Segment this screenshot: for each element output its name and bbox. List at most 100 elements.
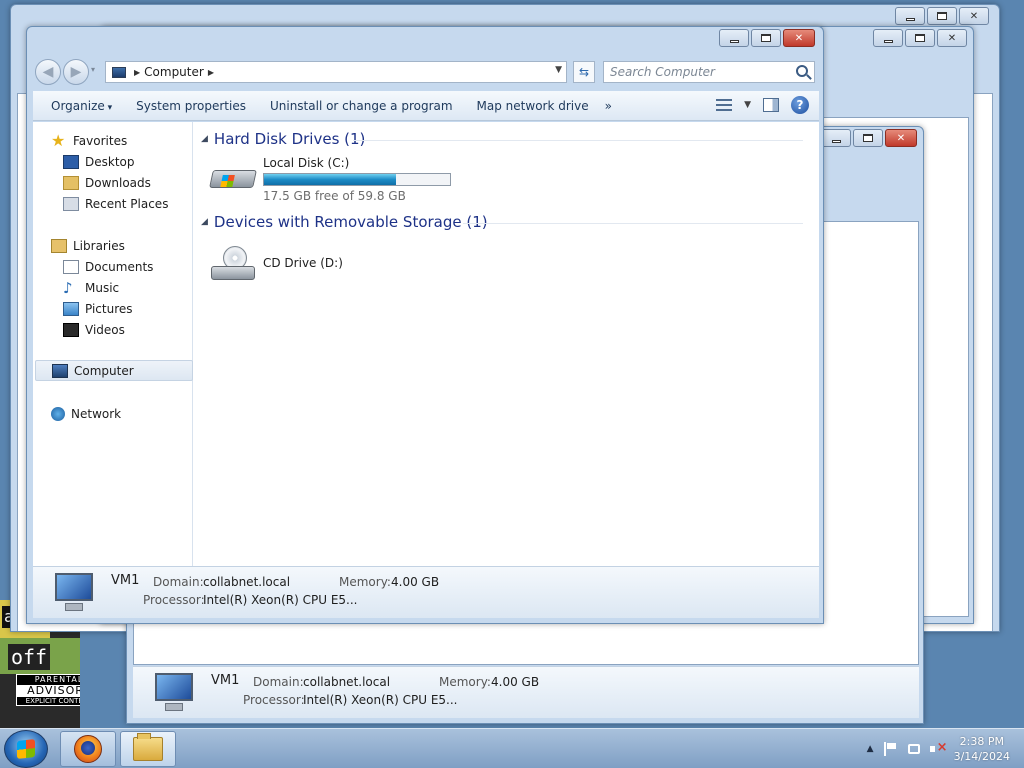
search-input[interactable]: Search Computer	[603, 61, 815, 83]
collapse-icon[interactable]: ◢	[201, 134, 208, 144]
close-button[interactable]: ✕	[783, 29, 815, 47]
help-icon[interactable]: ?	[791, 96, 809, 114]
taskbar-explorer[interactable]	[120, 731, 176, 767]
search-placeholder: Search Computer	[610, 65, 715, 79]
clock-time: 2:38 PM	[959, 735, 1004, 748]
system-tray: ▲ 2:38 PM 3/14/2024	[867, 729, 1024, 768]
system-properties-button[interactable]: System properties	[124, 91, 258, 121]
group-header-hard-disk[interactable]: ◢ Hard Disk Drives (1)	[201, 130, 365, 148]
back-button[interactable]: ◀	[35, 59, 61, 85]
desktop-icon	[63, 154, 79, 169]
computer-icon	[52, 363, 68, 378]
taskbar: ▲ 2:38 PM 3/14/2024	[0, 728, 1024, 768]
computer-icon	[51, 573, 95, 613]
refresh-button[interactable]: ⇆	[573, 61, 595, 83]
memory-label: Memory:	[439, 675, 491, 689]
details-pane: VM1 Domain: collabnet.local Memory: 4.00…	[133, 666, 919, 718]
show-hidden-icons-icon[interactable]: ▲	[867, 744, 874, 754]
computer-icon	[112, 66, 126, 78]
group-divider	[353, 140, 803, 141]
breadcrumb-arrow-icon[interactable]: ▶	[208, 68, 214, 77]
nav-label: Network	[71, 406, 122, 421]
uninstall-program-button[interactable]: Uninstall or change a program	[258, 91, 465, 121]
view-dropdown-icon[interactable]: ▼	[744, 100, 751, 110]
window-controls: ✕	[895, 7, 989, 25]
maximize-button[interactable]	[853, 129, 883, 147]
command-bar: Organize System properties Uninstall or …	[33, 91, 819, 121]
window-controls: ✕	[821, 129, 917, 147]
nav-label: Recent Places	[85, 196, 169, 211]
nav-label: Libraries	[73, 238, 125, 253]
minimize-button[interactable]	[719, 29, 749, 47]
processor-value: Intel(R) Xeon(R) CPU E5...	[203, 593, 358, 607]
memory-label: Memory:	[339, 575, 391, 589]
nav-favorites[interactable]: ★ Favorites	[51, 130, 209, 151]
maximize-button[interactable]	[905, 29, 935, 47]
downloads-icon	[63, 175, 79, 190]
minimize-button[interactable]	[821, 129, 851, 147]
navigation-bar: ◀ ▶ ▾ ▶ Computer ▶ ▼ ⇆ Search Computer	[33, 57, 819, 85]
collapse-icon[interactable]: ◢	[201, 217, 208, 227]
memory-value: 4.00 GB	[391, 575, 440, 589]
videos-icon	[63, 322, 79, 337]
drive-cd[interactable]: CD Drive (D:)	[209, 244, 343, 284]
recent-places-icon	[63, 196, 79, 211]
map-network-drive-button[interactable]: Map network drive	[465, 91, 601, 121]
address-dropdown-icon[interactable]: ▼	[555, 65, 562, 75]
taskbar-firefox[interactable]	[60, 731, 116, 767]
clock[interactable]: 2:38 PM 3/14/2024	[954, 734, 1010, 764]
preview-pane-icon[interactable]	[763, 98, 779, 112]
nav-label: Pictures	[85, 301, 133, 316]
pictures-icon	[63, 301, 79, 316]
memory-value: 4.00 GB	[491, 675, 540, 689]
libraries-icon	[51, 238, 67, 253]
breadcrumb-arrow-icon[interactable]: ▶	[134, 68, 140, 77]
nav-libraries[interactable]: Libraries	[51, 235, 209, 256]
drive-local-disk[interactable]: Local Disk (C:) 17.5 GB free of 59.8 GB	[209, 156, 451, 203]
minimize-button[interactable]	[873, 29, 903, 47]
forward-button[interactable]: ▶	[63, 59, 89, 85]
close-button[interactable]: ✕	[885, 129, 917, 147]
window-controls: ✕	[873, 29, 967, 47]
more-commands-button[interactable]: »	[601, 91, 616, 121]
recent-pages-dropdown[interactable]: ▾	[91, 65, 95, 74]
firefox-icon	[74, 735, 102, 763]
minimize-button[interactable]	[895, 7, 925, 25]
cd-drive-icon	[209, 244, 257, 284]
clock-date: 3/14/2024	[953, 750, 1010, 763]
address-bar[interactable]: ▶ Computer ▶ ▼	[105, 61, 567, 83]
explorer-window[interactable]: ✕ ◀ ▶ ▾ ▶ Computer ▶ ▼ ⇆ Search Computer…	[26, 26, 824, 624]
volume-muted-icon[interactable]	[929, 740, 947, 756]
music-icon: ♪	[63, 278, 73, 297]
start-button[interactable]	[4, 730, 48, 768]
change-view-icon[interactable]	[716, 98, 733, 112]
organize-button[interactable]: Organize	[33, 91, 124, 121]
action-center-flag-icon[interactable]	[883, 742, 898, 756]
close-button[interactable]: ✕	[959, 7, 989, 25]
maximize-button[interactable]	[927, 7, 957, 25]
processor-label: Processor:	[243, 693, 305, 707]
computer-name: VM1	[211, 673, 240, 688]
hard-drive-icon	[209, 156, 257, 196]
drive-name: CD Drive (D:)	[263, 256, 343, 270]
nav-label: Downloads	[85, 175, 151, 190]
navigation-pane: ★ Favorites Desktop Downloads Recent Pla…	[33, 122, 193, 566]
network-icon[interactable]	[907, 744, 920, 754]
domain-value: collabnet.local	[203, 575, 291, 589]
group-divider	[463, 223, 803, 224]
close-button[interactable]: ✕	[937, 29, 967, 47]
search-icon[interactable]	[796, 65, 808, 77]
nav-network[interactable]: Network	[51, 403, 209, 424]
drive-usage-bar	[263, 173, 451, 186]
breadcrumb-computer[interactable]: Computer	[144, 65, 204, 79]
maximize-button[interactable]	[751, 29, 781, 47]
file-list: ◢ Hard Disk Drives (1) Local Disk (C:) 1…	[193, 122, 819, 566]
group-header-removable[interactable]: ◢ Devices with Removable Storage (1)	[201, 213, 488, 231]
nav-label: Desktop	[85, 154, 135, 169]
documents-icon	[63, 259, 79, 274]
nav-computer[interactable]: Computer	[35, 360, 193, 381]
computer-name: VM1	[111, 573, 140, 588]
domain-value: collabnet.local	[303, 675, 391, 689]
windows-logo-icon	[17, 739, 35, 759]
window-controls: ✕	[719, 29, 815, 47]
